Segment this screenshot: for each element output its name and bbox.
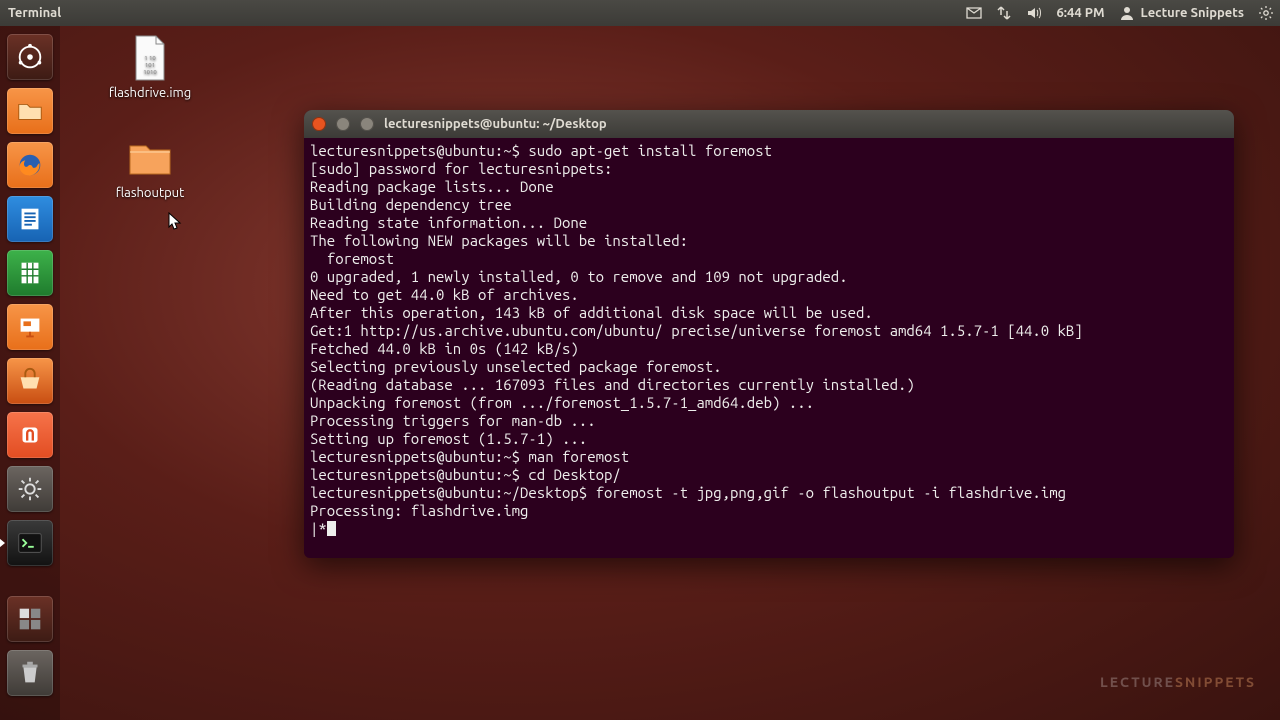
gear-icon[interactable] [1258, 5, 1274, 21]
svg-text:101: 101 [145, 62, 155, 69]
launcher-files[interactable] [5, 86, 55, 136]
desktop-icon-flashdrive-img[interactable]: 1 101011010 flashdrive.img [90, 34, 210, 100]
launcher-ubuntu-one[interactable] [5, 410, 55, 460]
launcher-terminal[interactable] [5, 518, 55, 568]
sound-icon[interactable] [1026, 5, 1042, 21]
window-maximize-button[interactable] [360, 117, 374, 131]
network-icon[interactable] [996, 5, 1012, 21]
launcher-trash[interactable] [5, 648, 55, 698]
launcher-writer[interactable] [5, 194, 55, 244]
launcher-impress[interactable] [5, 302, 55, 352]
folder-icon [126, 134, 174, 182]
active-app-title: Terminal [8, 6, 61, 20]
watermark-a: LECTURE [1100, 674, 1175, 690]
user-icon [1119, 5, 1135, 21]
file-icon: 1 101011010 [126, 34, 174, 82]
watermark: LECTURESNIPPETS [1100, 674, 1256, 690]
launcher-software-center[interactable] [5, 356, 55, 406]
desktop-icon-label: flashoutput [90, 186, 210, 200]
launcher-workspace-switcher[interactable] [5, 594, 55, 644]
top-panel: Terminal 6:44 PM Lecture Snippets [0, 0, 1280, 26]
window-close-button[interactable] [312, 117, 326, 131]
window-minimize-button[interactable] [336, 117, 350, 131]
launcher [0, 26, 60, 720]
desktop-icon-label: flashdrive.img [90, 86, 210, 100]
watermark-b: SNIPPETS [1175, 674, 1256, 690]
svg-text:1010: 1010 [143, 69, 157, 76]
mail-icon[interactable] [966, 5, 982, 21]
window-titlebar[interactable]: lecturesnippets@ubuntu: ~/Desktop [304, 110, 1234, 138]
window-title: lecturesnippets@ubuntu: ~/Desktop [384, 117, 607, 131]
user-name: Lecture Snippets [1141, 6, 1244, 20]
launcher-calc[interactable] [5, 248, 55, 298]
terminal-output[interactable]: lecturesnippets@ubuntu:~$ sudo apt-get i… [304, 138, 1234, 548]
launcher-settings[interactable] [5, 464, 55, 514]
user-menu[interactable]: Lecture Snippets [1119, 5, 1244, 21]
launcher-firefox[interactable] [5, 140, 55, 190]
svg-text:1 10: 1 10 [144, 55, 156, 62]
clock[interactable]: 6:44 PM [1056, 6, 1104, 20]
mouse-cursor [168, 212, 182, 232]
desktop-icon-flashoutput[interactable]: flashoutput [90, 134, 210, 200]
terminal-window[interactable]: lecturesnippets@ubuntu: ~/Desktop lectur… [304, 110, 1234, 558]
launcher-dash[interactable] [5, 32, 55, 82]
